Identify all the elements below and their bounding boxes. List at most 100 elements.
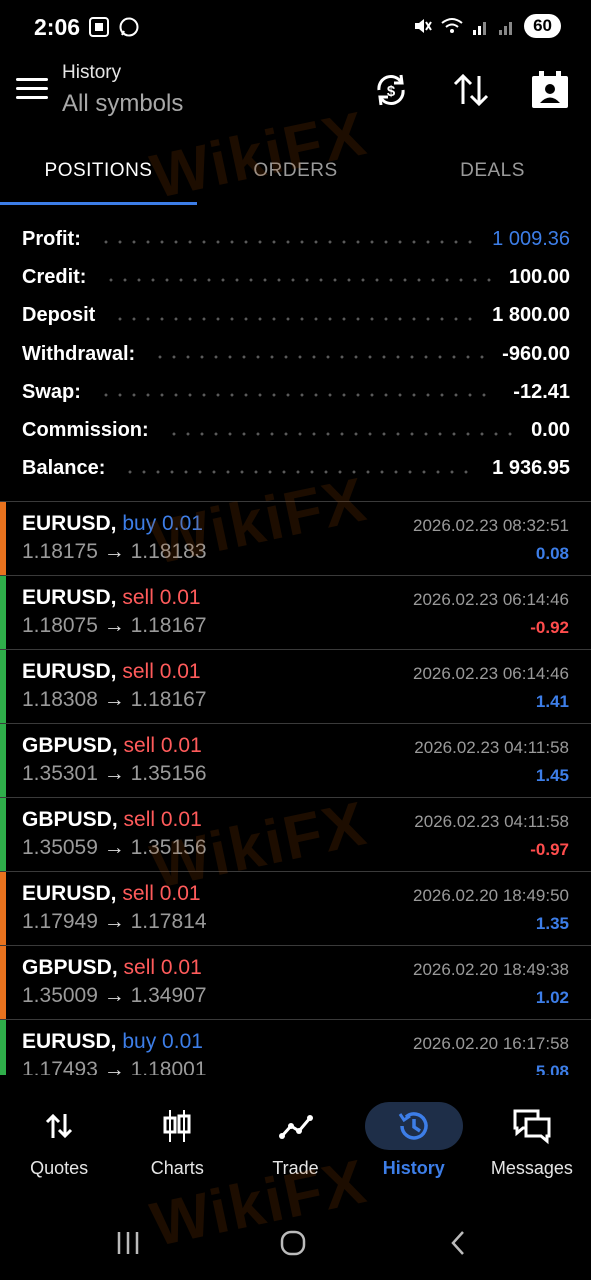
position-symbol: EURUSD, — [22, 882, 117, 905]
summary-row-profit: Profit: 1 009.36 — [22, 220, 570, 258]
screenshot-icon — [89, 17, 109, 37]
position-profit: 1.45 — [535, 766, 569, 785]
arrow-right-icon: → — [103, 1058, 125, 1075]
summary-row-swap: Swap: -12.41 — [22, 373, 570, 411]
position-time: 2026.02.20 16:17:58 — [413, 1034, 569, 1053]
nav-label: Quotes — [30, 1158, 89, 1178]
position-color-bar — [0, 946, 6, 1019]
arrow-right-icon: → — [103, 910, 125, 933]
summary-row-withdrawal: Withdrawal: -960.00 — [22, 335, 570, 373]
position-color-bar — [0, 502, 6, 575]
open-price: 1.35009 — [22, 984, 98, 1007]
position-row[interactable]: EURUSD, sell 0.01 1.17949 → 1.17814 2026… — [0, 871, 591, 945]
arrow-right-icon: → — [103, 984, 125, 1007]
close-price: 1.18167 — [130, 614, 207, 637]
position-symbol: GBPUSD, — [22, 956, 118, 979]
position-row[interactable]: EURUSD, sell 0.01 1.18308 → 1.18167 2026… — [0, 649, 591, 723]
position-symbol: GBPUSD, — [22, 808, 118, 831]
position-row[interactable]: EURUSD, buy 0.01 1.17493 → 1.18001 2026.… — [0, 1019, 591, 1075]
position-color-bar — [0, 872, 6, 945]
svg-text:$: $ — [387, 83, 396, 100]
open-price: 1.18075 — [22, 614, 98, 637]
nav-messages[interactable]: Messages — [473, 1092, 591, 1200]
nav-label: History — [382, 1158, 445, 1178]
position-profit: -0.92 — [530, 618, 569, 637]
currency-exchange-icon[interactable]: $ — [371, 70, 411, 110]
quotes-icon — [46, 1113, 73, 1139]
summary-row-deposit: Deposit 1 800.00 — [22, 297, 570, 335]
position-symbol: EURUSD, — [22, 660, 117, 683]
position-side: sell 0.01 — [123, 956, 202, 979]
position-row[interactable]: GBPUSD, sell 0.01 1.35009 → 1.34907 2026… — [0, 945, 591, 1019]
summary-value: 1 936.95 — [492, 457, 570, 480]
position-symbol: EURUSD, — [22, 586, 117, 609]
position-time: 2026.02.23 04:11:58 — [414, 812, 569, 831]
position-symbol: EURUSD, — [22, 1030, 117, 1053]
position-symbol: GBPUSD, — [22, 734, 118, 757]
open-price: 1.17949 — [22, 910, 98, 933]
close-price: 1.18001 — [130, 1058, 207, 1075]
status-bar: 2:06 60 — [0, 0, 591, 56]
position-time: 2026.02.23 06:14:46 — [413, 590, 569, 609]
close-price: 1.17814 — [130, 910, 207, 933]
summary-row-credit: Credit: 100.00 — [22, 258, 570, 296]
nav-quotes[interactable]: Quotes — [0, 1092, 118, 1200]
position-profit: 1.41 — [535, 692, 569, 711]
open-price: 1.35301 — [22, 762, 98, 785]
position-color-bar — [0, 724, 6, 797]
signal-icon — [473, 22, 487, 35]
open-price: 1.18175 — [22, 540, 98, 563]
signal-icon-2 — [499, 22, 513, 35]
position-side: sell 0.01 — [122, 660, 201, 683]
back-icon[interactable] — [444, 1228, 474, 1258]
battery-badge: 60 — [524, 14, 561, 38]
summary-label: Profit: — [22, 227, 81, 250]
summary-label: Balance: — [22, 457, 106, 480]
position-color-bar — [0, 798, 6, 871]
wifi-icon — [441, 18, 463, 33]
sort-icon[interactable] — [451, 70, 491, 110]
position-profit: 5.08 — [535, 1062, 569, 1075]
position-profit: -0.97 — [530, 840, 569, 859]
open-price: 1.18308 — [22, 688, 98, 711]
recents-icon[interactable] — [113, 1228, 143, 1258]
close-price: 1.34907 — [130, 984, 207, 1007]
summary-value: 1 800.00 — [492, 304, 570, 327]
page-title: History — [62, 62, 122, 83]
status-time: 2:06 — [34, 14, 81, 40]
summary-label: Credit: — [22, 265, 87, 288]
summary-row-commission: Commission: 0.00 — [22, 411, 570, 449]
position-time: 2026.02.20 18:49:38 — [413, 960, 569, 979]
nav-label: Messages — [490, 1158, 573, 1178]
open-price: 1.17493 — [22, 1058, 98, 1075]
position-side: buy 0.01 — [122, 1030, 203, 1053]
calendar-icon[interactable] — [530, 70, 570, 110]
symbol-filter[interactable]: All symbols — [62, 90, 183, 118]
position-row[interactable]: EURUSD, sell 0.01 1.18075 → 1.18167 2026… — [0, 575, 591, 649]
summary-value: 1 009.36 — [492, 227, 570, 250]
arrow-right-icon: → — [103, 836, 125, 859]
arrow-right-icon: → — [103, 614, 125, 637]
position-profit: 1.02 — [535, 988, 569, 1007]
arrow-right-icon: → — [103, 540, 125, 563]
close-price: 1.18167 — [130, 688, 207, 711]
position-color-bar — [0, 650, 6, 723]
arrow-right-icon: → — [103, 688, 125, 711]
nav-history[interactable]: History — [355, 1092, 473, 1200]
arrow-right-icon: → — [103, 762, 125, 785]
summary-value: -12.41 — [513, 380, 570, 403]
position-color-bar — [0, 1020, 6, 1075]
position-side: sell 0.01 — [123, 734, 202, 757]
position-row[interactable]: GBPUSD, sell 0.01 1.35301 → 1.35156 2026… — [0, 723, 591, 797]
summary-label: Commission: — [22, 419, 149, 442]
summary-label: Deposit — [22, 304, 96, 327]
close-price: 1.35156 — [130, 762, 207, 785]
summary-value: -960.00 — [502, 342, 570, 365]
tab-deals[interactable]: DEALS — [394, 140, 591, 206]
whatsapp-icon — [119, 17, 139, 37]
position-time: 2026.02.20 18:49:50 — [413, 886, 569, 905]
summary-value: 0.00 — [531, 419, 570, 442]
position-color-bar — [0, 576, 6, 649]
menu-icon[interactable] — [16, 78, 48, 106]
position-time: 2026.02.23 08:32:51 — [413, 516, 569, 535]
